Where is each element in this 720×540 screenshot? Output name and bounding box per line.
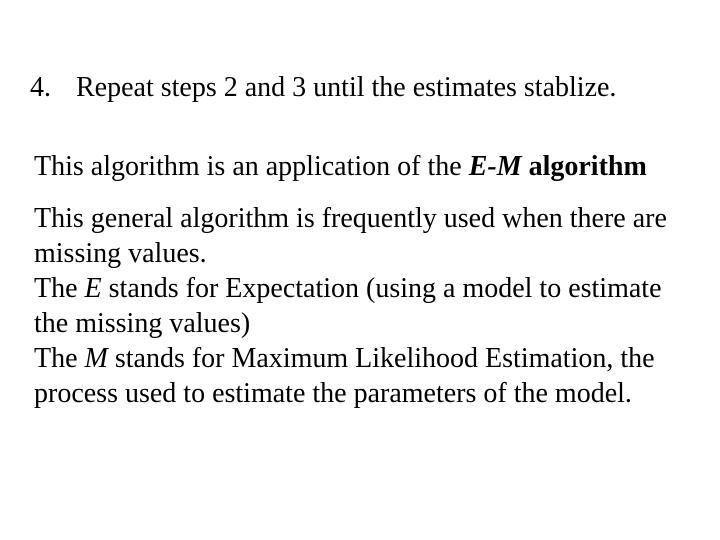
p2-prefix: The [34, 273, 85, 304]
step-text: Repeat steps 2 and 3 until the estimates… [70, 70, 616, 105]
slide: 4. Repeat steps 2 and 3 until the estima… [0, 0, 720, 540]
numbered-step: 4. Repeat steps 2 and 3 until the estima… [30, 70, 690, 105]
heading-prefix: This algorithm is an application of the [34, 151, 469, 182]
paragraph-1: This general algorithm is frequently use… [30, 201, 690, 271]
em-letter-m: M [85, 343, 108, 374]
em-letter-e: E [85, 273, 102, 304]
p3-prefix: The [34, 343, 85, 374]
paragraph-2: The E stands for Expectation (using a mo… [30, 271, 690, 341]
paragraph-3: The M stands for Maximum Likelihood Esti… [30, 341, 690, 411]
em-term-italic: E-M [469, 151, 522, 182]
step-number: 4. [30, 70, 70, 105]
em-term-rest: algorithm [522, 151, 647, 182]
p3-rest: stands for Maximum Likelihood Estimation… [34, 343, 655, 409]
heading-line: This algorithm is an application of the … [30, 149, 690, 185]
p2-rest: stands for Expectation (using a model to… [34, 273, 662, 339]
